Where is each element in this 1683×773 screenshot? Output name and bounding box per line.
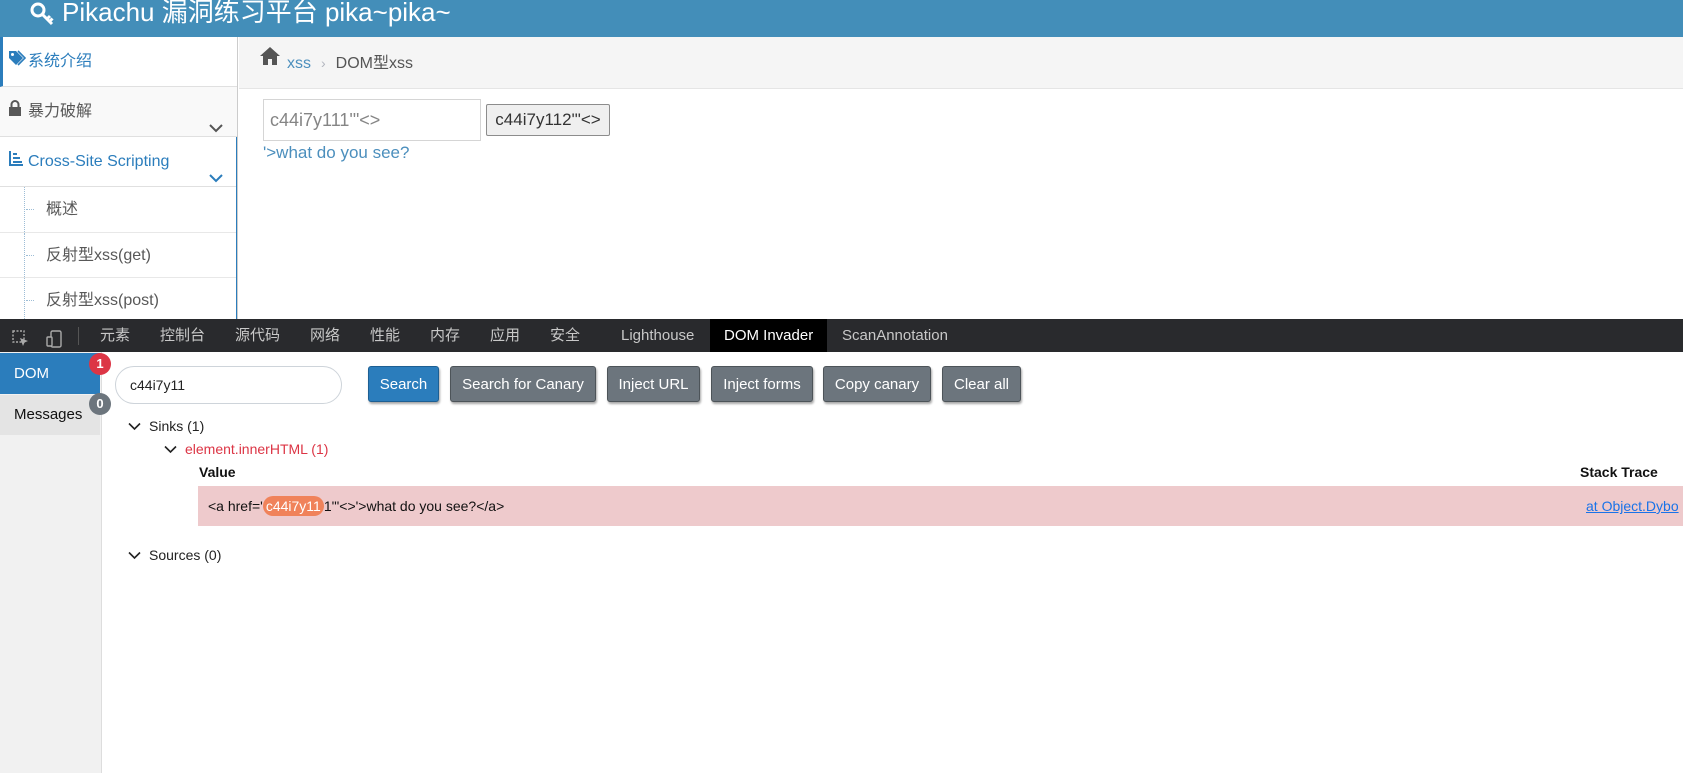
key-icon bbox=[30, 0, 56, 29]
active-section-bar bbox=[236, 137, 237, 319]
list-icon bbox=[8, 137, 26, 187]
breadcrumb-separator: › bbox=[321, 55, 326, 71]
sidebar-subitem-overview[interactable]: 概述 bbox=[0, 187, 237, 233]
tab-lighthouse[interactable]: Lighthouse bbox=[607, 319, 708, 352]
breadcrumb-link-xss[interactable]: xss bbox=[287, 55, 311, 72]
sidebar-item-label: 系统介绍 bbox=[28, 53, 93, 71]
sidebar: 系统介绍 暴力破解 Cross-Site Scripting 概述 反射型xss… bbox=[0, 37, 238, 319]
tab-memory[interactable]: 内存 bbox=[416, 319, 474, 352]
tab-scanannotation[interactable]: ScanAnnotation bbox=[828, 319, 962, 352]
tab-dom-invader[interactable]: DOM Invader bbox=[710, 319, 828, 352]
sidebar-item-xss[interactable]: Cross-Site Scripting bbox=[0, 137, 237, 187]
sidebar-item-intro[interactable]: 系统介绍 bbox=[0, 37, 237, 87]
home-icon[interactable] bbox=[259, 36, 281, 88]
inject-forms-button[interactable]: Inject forms bbox=[711, 366, 813, 402]
chevron-down-icon bbox=[164, 441, 177, 457]
click-me-button[interactable]: c44i7y112'"<> bbox=[486, 104, 610, 136]
stack-trace-column-header: Stack Trace bbox=[1580, 464, 1658, 480]
sinks-label: Sinks (1) bbox=[149, 418, 205, 434]
app-header: Pikachu 漏洞练习平台 pika~pika~ bbox=[0, 0, 1683, 37]
search-for-canary-button[interactable]: Search for Canary bbox=[450, 366, 596, 402]
xss-result-link[interactable]: '>what do you see? bbox=[263, 143, 409, 163]
stack-trace-link[interactable]: at Object.Dybo bbox=[1586, 486, 1679, 526]
canary-search-input[interactable]: c44i7y11 bbox=[115, 366, 342, 404]
search-button[interactable]: Search bbox=[368, 366, 439, 402]
sink-value-prefix: <a href=' bbox=[208, 498, 263, 514]
copy-canary-button[interactable]: Copy canary bbox=[823, 366, 931, 402]
app-title: Pikachu 漏洞练习平台 pika~pika~ bbox=[62, 0, 451, 27]
sink-name: element.innerHTML (1) bbox=[185, 441, 329, 457]
chevron-down-icon bbox=[128, 418, 141, 434]
clear-all-button[interactable]: Clear all bbox=[942, 366, 1021, 402]
invader-tab-dom[interactable]: DOM bbox=[0, 353, 100, 394]
value-column-header: Value bbox=[199, 464, 236, 480]
sink-value-row: <a href=' c44i7y11 1'"<>'>what do you see?… bbox=[198, 486, 1683, 526]
sidebar-item-label: Cross-Site Scripting bbox=[28, 153, 170, 171]
sidebar-item-label: 暴力破解 bbox=[28, 103, 93, 121]
inject-url-button[interactable]: Inject URL bbox=[607, 366, 700, 402]
lock-icon bbox=[8, 87, 26, 137]
tab-elements[interactable]: 元素 bbox=[86, 319, 144, 352]
tab-sources[interactable]: 源代码 bbox=[221, 319, 294, 352]
dom-count-badge: 1 bbox=[89, 353, 111, 375]
chevron-down-icon bbox=[128, 547, 141, 563]
invader-tab-messages[interactable]: Messages bbox=[0, 395, 100, 435]
tab-network[interactable]: 网络 bbox=[296, 319, 354, 352]
breadcrumb: xss › DOM型xss bbox=[239, 37, 1683, 89]
invader-side-tabs: DOM Messages bbox=[0, 352, 102, 773]
devtools-tabbar: 元素 控制台 源代码 网络 性能 内存 应用 安全 Lighthouse DOM… bbox=[0, 319, 1683, 352]
sink-innerhtml-toggle[interactable]: element.innerHTML (1) bbox=[164, 441, 328, 457]
sinks-toggle[interactable]: Sinks (1) bbox=[128, 418, 204, 434]
tab-performance[interactable]: 性能 bbox=[356, 319, 414, 352]
xss-text-input[interactable]: c44i7y111'"<> bbox=[263, 99, 481, 141]
toolbar-divider bbox=[78, 327, 79, 345]
tab-security[interactable]: 安全 bbox=[536, 319, 594, 352]
messages-count-badge: 0 bbox=[89, 393, 111, 415]
tag-icon bbox=[8, 37, 27, 87]
sidebar-subitem-reflected-get[interactable]: 反射型xss(get) bbox=[0, 232, 237, 278]
tab-application[interactable]: 应用 bbox=[476, 319, 534, 352]
sidebar-subitem-reflected-post[interactable]: 反射型xss(post) bbox=[0, 278, 237, 319]
tab-console[interactable]: 控制台 bbox=[146, 319, 219, 352]
canary-highlight: c44i7y11 bbox=[262, 496, 324, 516]
sink-value-suffix: 1'"<>'>what do you see?</a> bbox=[323, 498, 505, 514]
sources-label: Sources (0) bbox=[149, 547, 222, 563]
sidebar-item-bruteforce[interactable]: 暴力破解 bbox=[0, 87, 237, 137]
breadcrumb-current: DOM型xss bbox=[335, 55, 414, 72]
sources-toggle[interactable]: Sources (0) bbox=[128, 547, 221, 563]
